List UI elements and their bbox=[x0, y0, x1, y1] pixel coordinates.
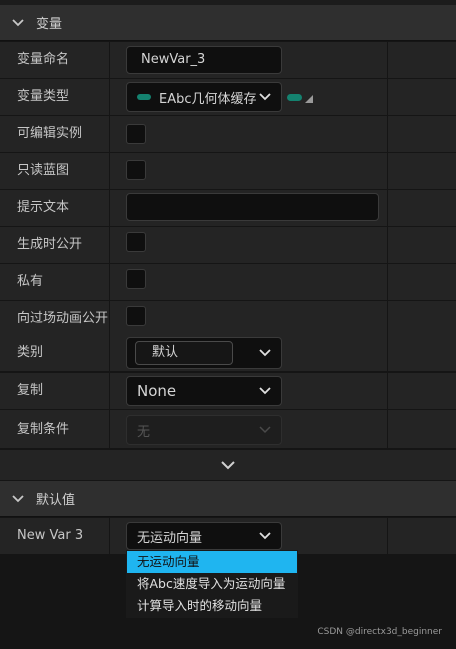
row-variable-name: 变量命名 NewVar_3 bbox=[0, 42, 456, 79]
row-expose-cinematics: 向过场动画公开 bbox=[0, 301, 456, 338]
default-value-menu: 无运动向量 将Abc速度导入为运动向量 计算导入时的移动向量 bbox=[126, 550, 298, 618]
field-label: 可编辑实例 bbox=[0, 116, 110, 152]
chevron-down-icon bbox=[259, 426, 271, 434]
variable-type-value: EAbc几何体缓存 bbox=[159, 91, 257, 107]
row-variable-type: 变量类型 EAbc几何体缓存 bbox=[0, 79, 456, 116]
default-value-selected: 无运动向量 bbox=[137, 530, 203, 546]
replication-value: None bbox=[137, 382, 177, 400]
row-instance-editable: 可编辑实例 bbox=[0, 116, 456, 153]
variable-name-input[interactable]: NewVar_3 bbox=[126, 46, 282, 74]
container-type-icon[interactable] bbox=[287, 93, 313, 103]
watermark: CSDN @directx3d_beginner bbox=[317, 627, 442, 637]
category-input[interactable]: 默认 bbox=[135, 341, 233, 365]
column-divider bbox=[387, 42, 388, 78]
menu-item[interactable]: 计算导入时的移动向量 bbox=[127, 595, 297, 617]
column-divider bbox=[387, 301, 388, 337]
category-combo[interactable]: 默认 bbox=[126, 337, 282, 369]
section-header-variable[interactable]: 变量 bbox=[0, 5, 456, 41]
column-divider bbox=[387, 190, 388, 226]
section-header-default-value[interactable]: 默认值 bbox=[0, 481, 456, 517]
field-label: 复制条件 bbox=[0, 410, 110, 449]
menu-item[interactable]: 无运动向量 bbox=[127, 551, 297, 573]
column-divider bbox=[387, 334, 388, 372]
blueprint-readonly-checkbox[interactable] bbox=[126, 160, 146, 180]
expose-on-spawn-checkbox[interactable] bbox=[126, 232, 146, 252]
chevron-down-icon bbox=[259, 387, 271, 395]
row-replication: 复制 None bbox=[0, 373, 456, 410]
chevron-down-icon[interactable] bbox=[0, 18, 36, 27]
column-divider bbox=[387, 518, 388, 554]
chevron-down-icon bbox=[221, 460, 235, 469]
row-expose-on-spawn: 生成时公开 bbox=[0, 227, 456, 264]
field-label: 只读蓝图 bbox=[0, 153, 110, 189]
field-label: 生成时公开 bbox=[0, 227, 110, 263]
section-title: 默认值 bbox=[36, 493, 76, 508]
field-label: 向过场动画公开 bbox=[0, 301, 110, 337]
column-divider bbox=[387, 116, 388, 152]
column-divider bbox=[387, 264, 388, 300]
chevron-down-icon bbox=[259, 349, 271, 357]
field-label: 私有 bbox=[0, 264, 110, 300]
variable-type-dropdown[interactable]: EAbc几何体缓存 bbox=[126, 82, 282, 112]
row-replication-condition: 复制条件 无 bbox=[0, 410, 456, 449]
advanced-expand-button[interactable] bbox=[0, 450, 456, 480]
replication-condition-value: 无 bbox=[137, 424, 151, 440]
field-label: 变量类型 bbox=[0, 79, 110, 115]
row-private: 私有 bbox=[0, 264, 456, 301]
column-divider bbox=[387, 79, 388, 115]
field-label: 提示文本 bbox=[0, 190, 110, 226]
column-divider bbox=[387, 373, 388, 409]
type-pill-icon bbox=[137, 94, 151, 100]
chevron-down-icon bbox=[259, 532, 271, 540]
private-checkbox[interactable] bbox=[126, 269, 146, 289]
column-divider bbox=[387, 227, 388, 263]
field-label: New Var 3 bbox=[0, 518, 110, 554]
row-blueprint-readonly: 只读蓝图 bbox=[0, 153, 456, 190]
replication-condition-dropdown: 无 bbox=[126, 415, 282, 445]
default-value-dropdown[interactable]: 无运动向量 bbox=[126, 522, 282, 550]
field-label: 类别 bbox=[0, 334, 110, 372]
section-title: 变量 bbox=[36, 17, 63, 32]
replication-dropdown[interactable]: None bbox=[126, 376, 282, 406]
row-category: 类别 默认 bbox=[0, 334, 456, 372]
column-divider bbox=[387, 410, 388, 449]
chevron-down-icon bbox=[259, 93, 271, 101]
field-label: 变量命名 bbox=[0, 42, 110, 78]
column-divider bbox=[387, 153, 388, 189]
chevron-down-icon[interactable] bbox=[0, 494, 36, 503]
field-label: 复制 bbox=[0, 373, 110, 409]
instance-editable-checkbox[interactable] bbox=[126, 124, 146, 144]
tooltip-input[interactable] bbox=[126, 193, 379, 221]
expose-cinematics-checkbox[interactable] bbox=[126, 306, 146, 326]
menu-item[interactable]: 将Abc速度导入为运动向量 bbox=[127, 573, 297, 595]
row-tooltip: 提示文本 bbox=[0, 190, 456, 227]
